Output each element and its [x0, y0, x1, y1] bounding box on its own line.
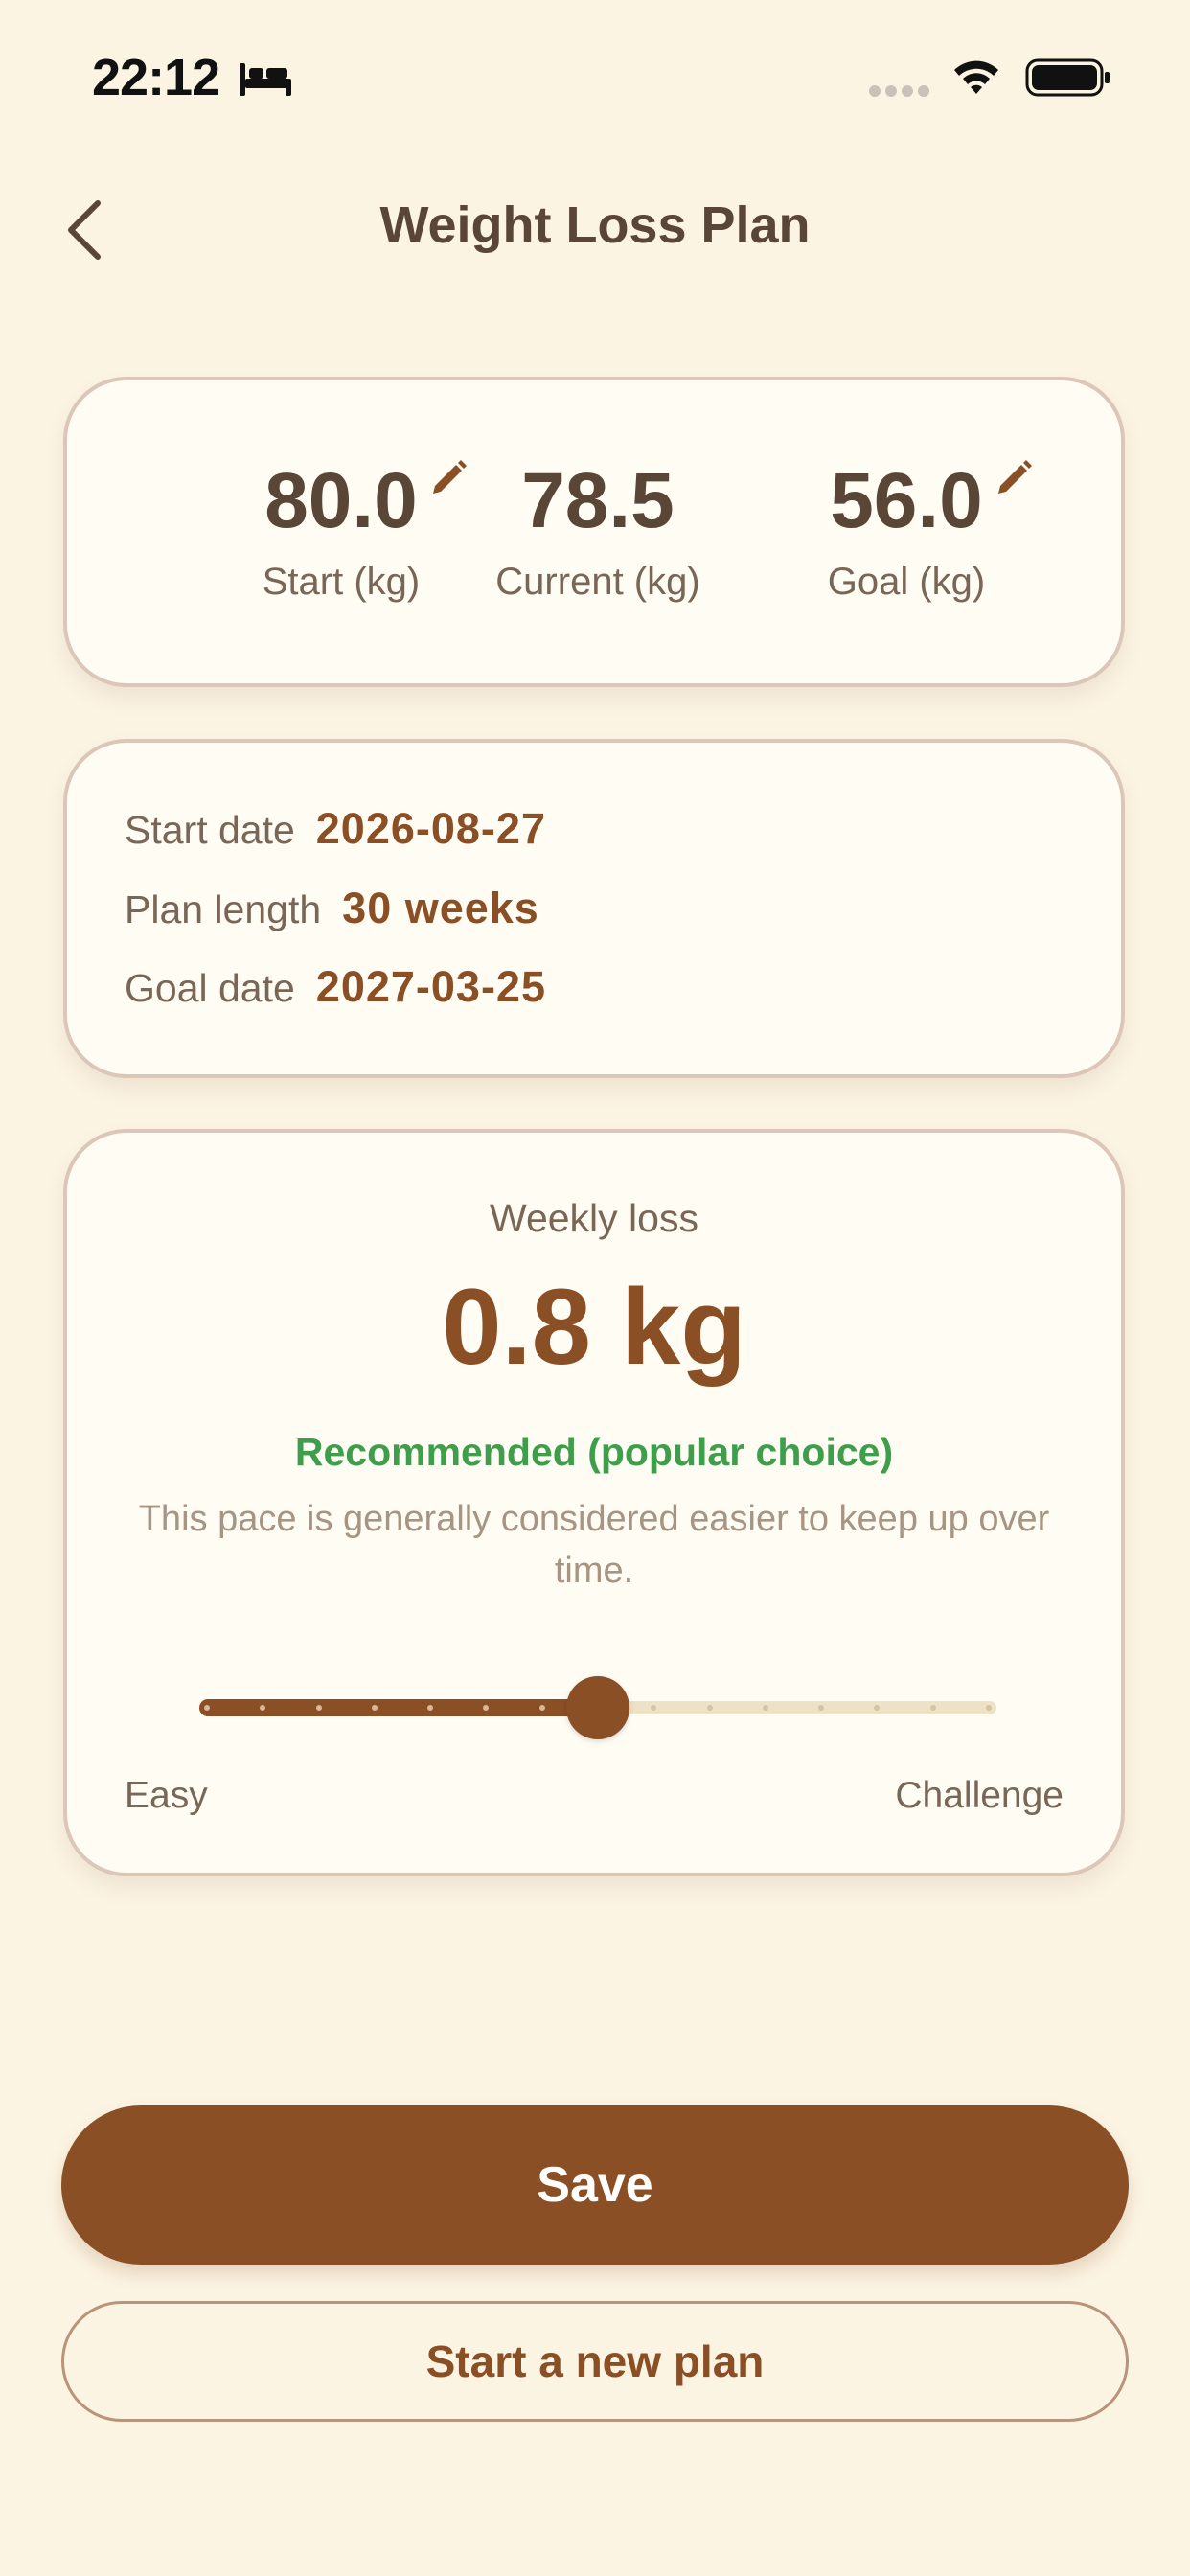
slider-step-dot	[204, 1705, 210, 1711]
weekly-loss-title: Weekly loss	[490, 1196, 698, 1240]
slider-step-dot	[929, 1705, 936, 1711]
slider-step-dot	[986, 1705, 992, 1711]
page-title: Weight Loss Plan	[379, 196, 811, 254]
plan-length-value: 30 weeks	[342, 884, 539, 932]
goal-weight[interactable]: 56.0 Goal (kg)	[748, 457, 1064, 604]
slider-step-dot	[762, 1705, 768, 1711]
start-date-row[interactable]: Start date 2026-08-27	[125, 804, 546, 862]
goal-date-row: Goal date 2027-03-25	[125, 962, 546, 1020]
slider-max-label: Challenge	[895, 1775, 1064, 1816]
edit-pencil-icon[interactable]	[995, 459, 1033, 497]
goal-weight-value: 56.0	[830, 457, 983, 544]
goal-date-value: 2027-03-25	[315, 962, 546, 1011]
slider-min-label: Easy	[125, 1775, 208, 1816]
plan-length-label: Plan length	[125, 887, 322, 932]
start-new-plan-button[interactable]: Start a new plan	[61, 2301, 1129, 2422]
recommendation-text: Recommended (popular choice)	[294, 1430, 894, 1474]
weekly-loss-value: 0.8 kg	[442, 1267, 746, 1387]
slider-step-dot	[315, 1705, 322, 1711]
weights-card: 80.0 Start (kg) 78.5 Current (kg) 56.0 G…	[63, 377, 1125, 687]
battery-icon	[1025, 58, 1110, 97]
status-bar: 22:12	[0, 0, 1190, 144]
current-weight-value: 78.5	[521, 457, 675, 544]
start-date-label: Start date	[125, 808, 295, 852]
current-weight: 78.5 Current (kg)	[440, 457, 756, 604]
goal-weight-label: Goal (kg)	[827, 561, 986, 603]
start-weight-value: 80.0	[264, 457, 418, 544]
pace-description: This pace is generally considered easier…	[138, 1499, 1050, 1591]
cellular-signal-icon	[869, 85, 929, 97]
status-time: 22:12	[92, 49, 220, 106]
start-date-value: 2026-08-27	[315, 804, 546, 853]
save-button[interactable]: Save	[61, 2105, 1129, 2265]
current-weight-label: Current (kg)	[495, 561, 700, 603]
plan-length-row: Plan length 30 weeks	[125, 884, 539, 941]
slider-step-dot	[371, 1705, 378, 1711]
goal-date-label: Goal date	[125, 966, 295, 1010]
slider-thumb[interactable]	[566, 1676, 629, 1739]
bed-icon	[240, 63, 291, 96]
weekly-loss-slider[interactable]	[199, 1665, 996, 1751]
wifi-icon	[954, 60, 998, 94]
slider-step-dot	[706, 1705, 713, 1711]
plan-dates-card: Start date 2026-08-27 Plan length 30 wee…	[63, 739, 1125, 1078]
weekly-loss-card: Weekly loss 0.8 kg Recommended (popular …	[63, 1129, 1125, 1876]
slider-step-dot	[538, 1705, 545, 1711]
